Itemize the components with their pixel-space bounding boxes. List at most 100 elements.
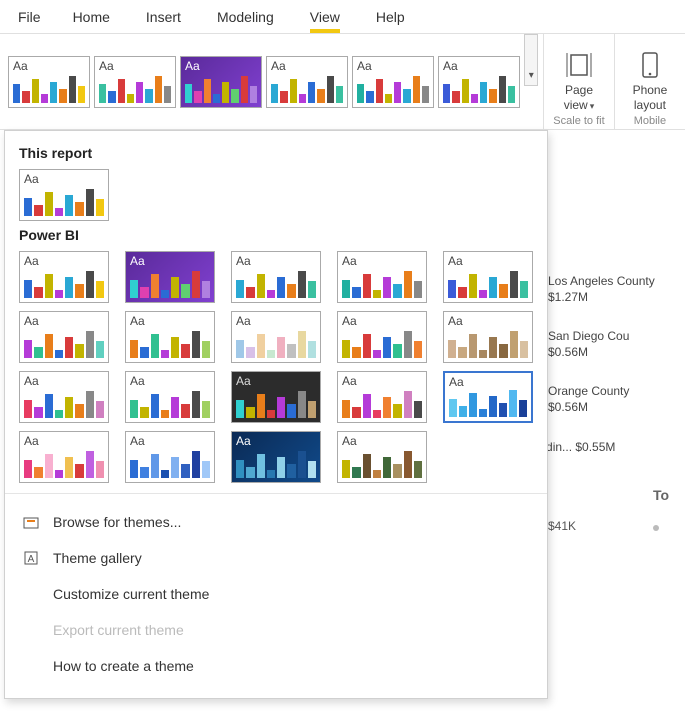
theme-thumb-label: Aa bbox=[357, 59, 372, 73]
pie-oc-name: Orange County bbox=[548, 384, 629, 398]
theme-thumbnail[interactable]: Aa bbox=[443, 311, 533, 363]
theme-thumb-label: Aa bbox=[443, 59, 458, 73]
menu-help[interactable]: Help bbox=[358, 0, 423, 33]
theme-thumbnail[interactable]: Aa bbox=[94, 56, 176, 108]
ribbon: AaAaAaAaAaAa ▾ Pageview▾ Scale to fit Ph… bbox=[0, 34, 685, 130]
theme-thumb-label: Aa bbox=[449, 375, 464, 389]
page-view-button[interactable]: Pageview▾ Scale to fit bbox=[544, 34, 614, 129]
pie-la-name: Los Angeles County bbox=[548, 274, 655, 288]
theme-thumb-label: Aa bbox=[24, 374, 39, 388]
theme-thumbnail[interactable]: Aa bbox=[337, 311, 427, 363]
theme-thumb-label: Aa bbox=[271, 59, 286, 73]
theme-thumbnail[interactable]: Aa bbox=[19, 431, 109, 483]
theme-thumb-label: Aa bbox=[130, 254, 145, 268]
section-this-report: This report bbox=[19, 145, 533, 161]
theme-thumbnail[interactable]: Aa bbox=[125, 311, 215, 363]
howto-label: How to create a theme bbox=[53, 658, 194, 674]
theme-thumb-label: Aa bbox=[448, 254, 463, 268]
theme-thumb-label: Aa bbox=[24, 434, 39, 448]
phone-icon bbox=[636, 51, 664, 79]
theme-thumb-label: Aa bbox=[236, 314, 251, 328]
browse-label: Browse for themes... bbox=[53, 514, 181, 530]
page-view-label1: Page bbox=[565, 83, 593, 97]
menu-file[interactable]: File bbox=[4, 0, 55, 33]
theme-dropdown-toggle[interactable]: ▾ bbox=[524, 34, 538, 86]
theme-thumb-label: Aa bbox=[130, 314, 145, 328]
theme-thumb-label: Aa bbox=[99, 59, 114, 73]
theme-thumb-label: Aa bbox=[24, 314, 39, 328]
theme-thumbnail[interactable]: Aa bbox=[19, 251, 109, 303]
theme-thumbnail[interactable]: Aa bbox=[180, 56, 262, 108]
theme-thumbnail[interactable]: Aa bbox=[337, 371, 427, 423]
theme-thumbnail[interactable]: Aa bbox=[125, 251, 215, 303]
theme-dropdown-panel: This report Aa Power BI Aa Aa Aa Aa Aa Aa Aa Aa… bbox=[4, 130, 548, 699]
gallery-icon: A bbox=[21, 548, 41, 568]
theme-thumbnail[interactable]: Aa bbox=[337, 251, 427, 303]
theme-thumb-label: Aa bbox=[130, 374, 145, 388]
theme-thumbnail[interactable]: Aa bbox=[19, 169, 109, 221]
theme-thumb-label: Aa bbox=[236, 254, 251, 268]
phone-label2: layout bbox=[634, 98, 666, 112]
folder-icon bbox=[21, 512, 41, 532]
pie-oc-val: $0.56M bbox=[548, 400, 588, 414]
theme-thumbnail[interactable]: Aa bbox=[125, 431, 215, 483]
theme-thumbnail[interactable]: Aa bbox=[266, 56, 348, 108]
theme-thumb-label: Aa bbox=[342, 374, 357, 388]
legend-v1: $41K bbox=[548, 519, 576, 533]
export-label: Export current theme bbox=[53, 622, 184, 638]
phone-label1: Phone bbox=[633, 83, 668, 97]
menu-home[interactable]: Home bbox=[55, 0, 128, 33]
page-view-caption: Scale to fit bbox=[553, 115, 604, 127]
phone-layout-button[interactable]: Phonelayout Mobile bbox=[615, 34, 685, 129]
theme-thumbnail[interactable]: Aa bbox=[8, 56, 90, 108]
menu-insert[interactable]: Insert bbox=[128, 0, 199, 33]
right-pane-heading: To bbox=[653, 487, 669, 503]
theme-gallery-row: Aa Aa Aa Aa Aa Aa bbox=[0, 34, 524, 129]
page-view-label2: view bbox=[564, 98, 588, 112]
browse-themes[interactable]: Browse for themes... bbox=[19, 504, 533, 540]
right-pane-stub: To bbox=[645, 475, 685, 695]
pie-sd-name: San Diego Cou bbox=[548, 329, 629, 343]
theme-thumbnail[interactable]: Aa bbox=[231, 431, 321, 483]
theme-thumb-label: Aa bbox=[13, 59, 28, 73]
theme-thumbnail[interactable]: Aa bbox=[231, 311, 321, 363]
theme-thumb-label: Aa bbox=[24, 172, 39, 186]
theme-thumbnail[interactable]: Aa bbox=[438, 56, 520, 108]
gallery-label: Theme gallery bbox=[53, 550, 142, 566]
theme-thumbnail[interactable]: Aa bbox=[443, 371, 533, 423]
theme-thumbnail[interactable]: Aa bbox=[337, 431, 427, 483]
export-theme: Export current theme bbox=[19, 612, 533, 648]
theme-thumb-label: Aa bbox=[342, 434, 357, 448]
theme-thumbnail[interactable]: Aa bbox=[231, 251, 321, 303]
theme-thumb-label: Aa bbox=[130, 434, 145, 448]
menu-view[interactable]: View bbox=[292, 0, 358, 33]
theme-thumbnail[interactable]: Aa bbox=[19, 371, 109, 423]
theme-thumbnail[interactable]: Aa bbox=[125, 371, 215, 423]
menu-bar: File Home Insert Modeling View Help bbox=[0, 0, 685, 34]
theme-thumbnail[interactable]: Aa bbox=[352, 56, 434, 108]
theme-thumb-label: Aa bbox=[448, 314, 463, 328]
blank-icon bbox=[21, 620, 41, 640]
menu-modeling[interactable]: Modeling bbox=[199, 0, 292, 33]
page-view-icon bbox=[565, 51, 593, 79]
section-powerbi: Power BI bbox=[19, 227, 533, 243]
pie-sd-val: $0.56M bbox=[548, 345, 588, 359]
theme-thumbnail[interactable]: Aa bbox=[231, 371, 321, 423]
blank-icon bbox=[21, 584, 41, 604]
theme-thumb-label: Aa bbox=[185, 59, 200, 73]
phone-caption: Mobile bbox=[634, 115, 666, 127]
theme-thumb-label: Aa bbox=[342, 254, 357, 268]
theme-thumbnail[interactable]: Aa bbox=[443, 251, 533, 303]
howto-theme[interactable]: How to create a theme bbox=[19, 648, 533, 684]
theme-thumb-label: Aa bbox=[342, 314, 357, 328]
svg-text:A: A bbox=[28, 554, 35, 565]
chevron-down-icon: ▾ bbox=[590, 101, 595, 111]
theme-thumbnail[interactable]: Aa bbox=[19, 311, 109, 363]
theme-thumb-label: Aa bbox=[24, 254, 39, 268]
blank-icon bbox=[21, 656, 41, 676]
theme-thumb-label: Aa bbox=[236, 374, 251, 388]
customize-theme[interactable]: Customize current theme bbox=[19, 576, 533, 612]
customize-label: Customize current theme bbox=[53, 586, 209, 602]
theme-gallery-link[interactable]: A Theme gallery bbox=[19, 540, 533, 576]
theme-thumb-label: Aa bbox=[236, 434, 251, 448]
